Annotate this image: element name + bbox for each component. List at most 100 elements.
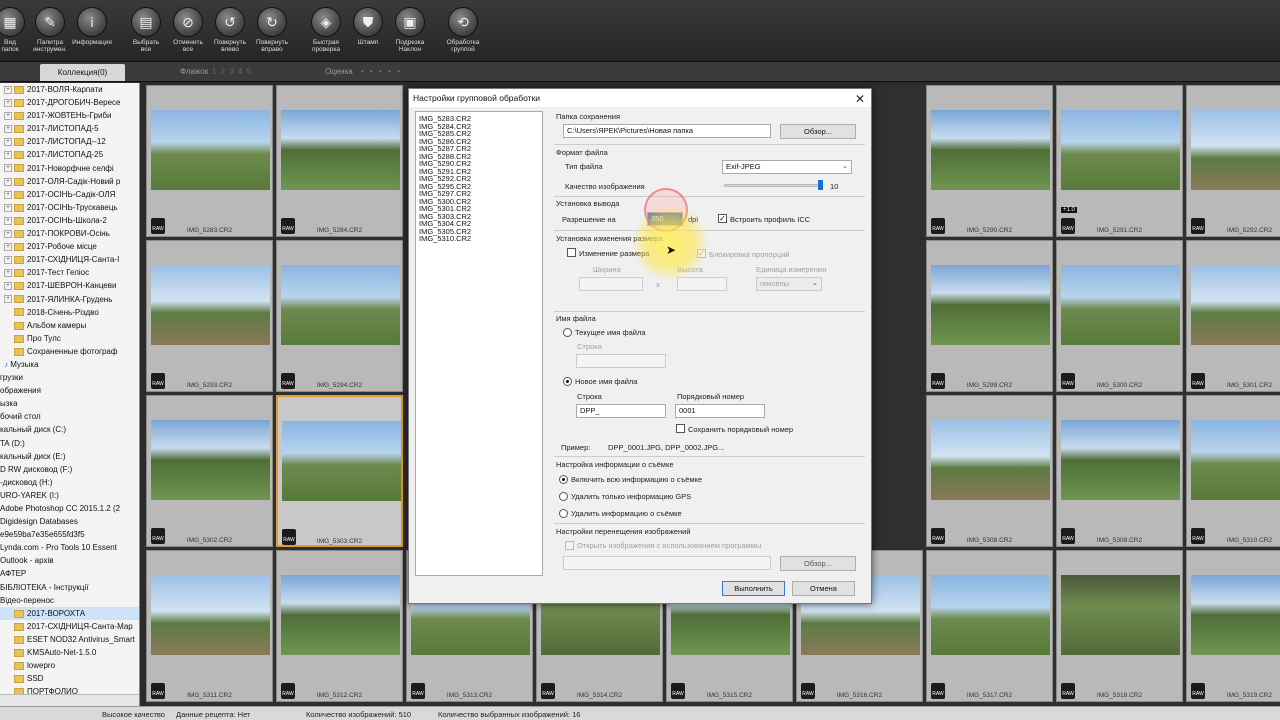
current-name-radio[interactable]	[563, 328, 572, 337]
thumbnail-cell[interactable]: RAW IMG_5300.CR2	[1056, 240, 1183, 392]
expand-icon[interactable]: +	[4, 177, 12, 186]
thumbnail-cell[interactable]: RAW IMG_5299.CR2	[926, 240, 1053, 392]
toolbar-button-4[interactable]: ⊘ Отменить все	[166, 4, 210, 60]
tree-item[interactable]: +2017-ОЛЯ-Садік-Новий р	[0, 175, 139, 188]
toolbar-button-3[interactable]: ▤ Выбрать все	[124, 4, 168, 60]
save-folder-path[interactable]: C:\Users\ЯРЕК\Pictures\Новая папка	[563, 124, 771, 138]
image-quality-slider[interactable]	[724, 184, 823, 187]
expand-icon[interactable]: +	[4, 269, 12, 278]
tree-item[interactable]: +2017-Тест Геліос	[0, 266, 139, 279]
width-input[interactable]	[579, 277, 643, 291]
program-browse-button[interactable]: Обзор...	[780, 556, 856, 571]
expand-icon[interactable]: +	[4, 125, 12, 134]
tree-item[interactable]: -дисковод (H:)	[0, 476, 139, 489]
tree-item[interactable]: Відео-перенос	[0, 594, 139, 607]
tree-item[interactable]: +2017-ШЕВРОН-Канцеви	[0, 279, 139, 292]
program-path[interactable]	[563, 556, 771, 570]
tree-item[interactable]: TA (D:)	[0, 437, 139, 450]
remove-info-radio[interactable]	[559, 509, 568, 518]
expand-icon[interactable]: +	[4, 229, 12, 238]
thumbnail-cell[interactable]: RAW IMG_5303.CR2	[276, 395, 403, 547]
file-list[interactable]: IMG_5283.CR2 IMG_5284.CR2 IMG_5285.CR2 IMG_…	[415, 111, 543, 576]
thumbnail-cell[interactable]: RAW IMG_5309.CR2	[1056, 395, 1183, 547]
tree-horizontal-scrollbar[interactable]	[0, 694, 139, 706]
file-list-item[interactable]: IMG_5310.CR2	[419, 235, 539, 243]
unit-select[interactable]: пикселы ⌄	[756, 277, 822, 291]
thumbnail-cell[interactable]: RAW IMG_5311.CR2	[146, 550, 273, 702]
expand-icon[interactable]: +	[4, 216, 12, 225]
tree-item[interactable]: +2017-ЯЛИНКА-Грудень	[0, 293, 139, 306]
tree-item[interactable]: +2017-ЛИСТОПАД--12	[0, 135, 139, 148]
tree-item[interactable]: ображения	[0, 384, 139, 397]
collection-tab[interactable]: Коллекция(0)	[40, 64, 125, 81]
tree-item[interactable]: +2017-ОСІНЬ-Садік-ОЛЯ	[0, 188, 139, 201]
tree-item[interactable]: ♪ Музыка	[0, 358, 139, 371]
tree-item[interactable]: +2017-ВОЛЯ-Карпати	[0, 83, 139, 96]
execute-button[interactable]: Выполнить	[722, 581, 785, 596]
expand-icon[interactable]: +	[4, 85, 12, 94]
tree-item[interactable]: KMSAuto-Net-1.5.0	[0, 646, 139, 659]
close-icon[interactable]: ✕	[855, 90, 865, 108]
tree-item[interactable]: Сохраненные фотограф	[0, 345, 139, 358]
tree-item[interactable]: e9e59ba7e35e655fd3f5	[0, 528, 139, 541]
save-folder-browse-button[interactable]: Обзор...	[780, 124, 856, 139]
thumbnail-cell[interactable]: RAW IMG_5302.CR2	[146, 395, 273, 547]
tree-item[interactable]: +2017-ПОКРОВИ-Осінь	[0, 227, 139, 240]
tree-item[interactable]: Outlook - архів	[0, 554, 139, 567]
image-quality-slider-thumb[interactable]	[818, 180, 824, 190]
thumbnail-cell[interactable]: RAW IMG_5318.CR2	[1056, 550, 1183, 702]
tree-item[interactable]: +2017-ЛИСТОПАД-25	[0, 148, 139, 161]
tree-item[interactable]: +2017-Робоче місце	[0, 240, 139, 253]
tree-item[interactable]: lowepro	[0, 659, 139, 672]
tree-item[interactable]: Альбом камеры	[0, 319, 139, 332]
toolbar-button-8[interactable]: ⛊ Штамп	[346, 4, 390, 60]
tree-item[interactable]: +2017-ЖОВТЕНЬ-Гриби	[0, 109, 139, 122]
tree-item[interactable]: ызка	[0, 397, 139, 410]
thumbnail-cell[interactable]: RAW IMG_5319.CR2	[1186, 550, 1280, 702]
resolution-input[interactable]: 350	[647, 212, 683, 226]
thumbnail-cell[interactable]: RAW IMG_5290.CR2	[926, 85, 1053, 237]
tree-item[interactable]: кальный диск (E:)	[0, 450, 139, 463]
toolbar-button-1[interactable]: ✎ Палитра инструмен.	[28, 4, 72, 60]
tree-item[interactable]: 2017-СХІДНИЦЯ-Санта-Мар	[0, 620, 139, 633]
tree-item[interactable]: Adobe Photoshop CC 2015.1.2 (2	[0, 502, 139, 515]
toolbar-button-10[interactable]: ⟲ Обработка группой	[441, 4, 485, 60]
tree-item[interactable]: +2017-ОСІНЬ-Трускавець	[0, 201, 139, 214]
tree-item[interactable]: ESET NOD32 Antivirus_Smart	[0, 633, 139, 646]
rating-filter[interactable]: • • • • •	[361, 67, 402, 76]
thumbnail-cell[interactable]: +1.0 RAW IMG_5291.CR2	[1056, 85, 1183, 237]
flag-filter[interactable]: 1 2 3 4 5	[212, 67, 252, 76]
expand-icon[interactable]: +	[4, 256, 12, 265]
expand-icon[interactable]: +	[4, 112, 12, 121]
thumbnail-cell[interactable]: RAW IMG_5312.CR2	[276, 550, 403, 702]
thumbnail-cell[interactable]: RAW IMG_5308.CR2	[926, 395, 1053, 547]
thumbnail-cell[interactable]: RAW IMG_5283.CR2	[146, 85, 273, 237]
tree-item[interactable]: +2017-ДРОГОБИЧ-Вересе	[0, 96, 139, 109]
keep-sequence-checkbox[interactable]	[676, 424, 685, 433]
tree-item[interactable]: БІБЛІОТЕКА - Інструкції	[0, 581, 139, 594]
string-input[interactable]: DPP_	[576, 404, 666, 418]
sequence-number-input[interactable]: 0001	[675, 404, 765, 418]
tree-item[interactable]: URO-YAREK (I:)	[0, 489, 139, 502]
tree-item[interactable]: D RW дисковод (F:)	[0, 463, 139, 476]
thumbnail-cell[interactable]: RAW IMG_5292.CR2	[1186, 85, 1280, 237]
expand-icon[interactable]: +	[4, 98, 12, 107]
expand-icon[interactable]: +	[4, 203, 12, 212]
include-all-info-radio[interactable]	[559, 475, 568, 484]
expand-icon[interactable]: +	[4, 151, 12, 160]
thumbnail-cell[interactable]: RAW IMG_5284.CR2	[276, 85, 403, 237]
tree-item[interactable]: 2017-ВОРОХТА	[0, 606, 139, 620]
toolbar-button-6[interactable]: ↻ Повернуть вправо	[250, 4, 294, 60]
tree-item[interactable]: кальный диск (C:)	[0, 423, 139, 436]
tree-item[interactable]: Lynda.com - Pro Tools 10 Essent	[0, 541, 139, 554]
cancel-button[interactable]: Отмена	[792, 581, 855, 596]
file-type-select[interactable]: Exif-JPEG ⌄	[722, 160, 852, 174]
tree-item[interactable]: SSD	[0, 672, 139, 685]
expand-icon[interactable]: +	[4, 164, 12, 173]
tree-item[interactable]: Про Тулс	[0, 332, 139, 345]
remove-gps-radio[interactable]	[559, 492, 568, 501]
tree-item[interactable]: +2017-СХІДНИЦЯ-Санта-І	[0, 253, 139, 266]
tree-item[interactable]: АФТЕР	[0, 567, 139, 580]
current-string-input[interactable]	[576, 354, 666, 368]
thumbnail-cell[interactable]: RAW IMG_5294.CR2	[276, 240, 403, 392]
